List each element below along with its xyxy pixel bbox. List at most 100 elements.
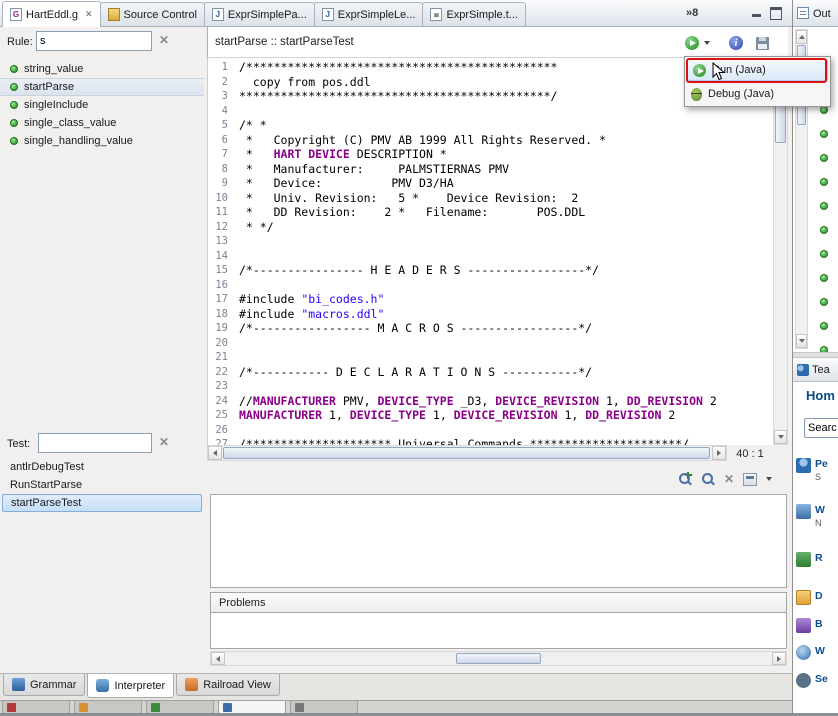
code-lines: /***************************************…	[234, 60, 773, 445]
rule-item-string-value[interactable]: string_value	[0, 60, 204, 78]
rule-item-label: singleInclude	[24, 99, 88, 111]
outline-item-bullet[interactable]	[820, 298, 828, 306]
folder2-icon	[79, 703, 88, 712]
magnifier-plus-icon[interactable]	[678, 472, 692, 486]
outline-item-bullet[interactable]	[820, 202, 828, 210]
run-icon[interactable]	[685, 36, 699, 50]
editor-tab-exprsimple-t[interactable]: ExprSimple.t...	[422, 2, 526, 26]
minimize-button[interactable]	[748, 5, 764, 20]
line-number: 6	[208, 133, 234, 148]
code-editor[interactable]: 1234567891011121314151617181920212223242…	[207, 58, 773, 445]
welcome-link-3[interactable]: R	[796, 552, 838, 567]
test-item-startparsetest[interactable]: startParseTest	[2, 494, 202, 512]
line-number: 20	[208, 336, 234, 351]
welcome-link-subtitle: S	[815, 472, 828, 482]
scroll-left-button[interactable]	[208, 446, 222, 460]
welcome-link-2[interactable]: WN	[796, 504, 838, 528]
outline-view-header[interactable]: Out	[793, 0, 838, 27]
info-icon[interactable]	[729, 36, 743, 50]
magnifier-arrow-icon[interactable]	[701, 472, 715, 486]
export-icon[interactable]	[743, 473, 757, 486]
team-icon	[797, 364, 809, 376]
eclipse-window: HartEddl.g✕Source ControlExprSimplePa...…	[0, 0, 838, 716]
home-title: Hom	[806, 388, 835, 403]
line-number: 7	[208, 147, 234, 162]
view-tab-interpreter[interactable]: Interpreter	[87, 674, 174, 698]
console-icon	[223, 703, 232, 712]
welcome-link-6[interactable]: W	[796, 645, 838, 660]
save-icon[interactable]	[756, 37, 769, 50]
problems-body[interactable]	[210, 613, 787, 649]
tab-overflow-indicator[interactable]: »8	[686, 7, 698, 19]
outline-item-bullet[interactable]	[820, 274, 828, 282]
editor-tab-exprsimplepa[interactable]: ExprSimplePa...	[204, 2, 315, 26]
rule-filter-input[interactable]	[36, 31, 152, 51]
rule-item-label: string_value	[24, 63, 83, 75]
editor-tab-source-control[interactable]: Source Control	[100, 2, 205, 26]
line-number: 9	[208, 176, 234, 191]
menu-item-run-java[interactable]: Run (Java)	[687, 59, 828, 81]
rule-item-single-handling-value[interactable]: single_handling_value	[0, 132, 204, 150]
interpreter-output[interactable]	[210, 494, 787, 588]
test-item-antlrdebugtest[interactable]: antlrDebugTest	[0, 458, 204, 476]
rule-bullet-icon	[10, 137, 18, 145]
welcome-link-1[interactable]: PeS	[796, 458, 838, 482]
outline-item-bullet[interactable]	[820, 322, 828, 330]
code-line	[234, 336, 773, 351]
line-number: 8	[208, 162, 234, 177]
scrollbar-thumb[interactable]	[456, 653, 541, 664]
welcome-link-7[interactable]: Se	[796, 673, 838, 688]
view-tab-label: Interpreter	[114, 680, 165, 692]
outline-item-bullet[interactable]	[820, 106, 828, 114]
line-number: 22	[208, 365, 234, 380]
code-line: * Manufacturer: PALMSTIERNAS PMV	[234, 162, 773, 177]
view-tab-grammar[interactable]: Grammar	[3, 674, 85, 696]
run-dropdown-menu: Run (Java) Debug (Java)	[684, 56, 831, 107]
close-icon[interactable]: ✕	[85, 9, 93, 20]
scroll-left-button[interactable]	[211, 652, 225, 665]
rule-item-singleinclude[interactable]: singleInclude	[0, 96, 204, 114]
welcome-link-4[interactable]: D	[796, 590, 838, 605]
clear-rule-filter-icon[interactable]: ✕	[159, 33, 169, 47]
test-filter-input[interactable]	[38, 433, 152, 453]
editor-toolbar	[685, 36, 769, 50]
team-view-header[interactable]: Tea	[793, 358, 838, 382]
line-number: 12	[208, 220, 234, 235]
welcome-link-text: PeS	[815, 458, 828, 482]
scroll-right-button[interactable]	[712, 446, 726, 460]
scrollbar-thumb[interactable]	[223, 447, 710, 459]
menu-item-label: Debug (Java)	[708, 88, 774, 100]
debug-icon	[691, 88, 702, 101]
welcome-link-5[interactable]: B	[796, 618, 838, 633]
clear-icon[interactable]	[724, 472, 734, 486]
clear-test-filter-icon[interactable]: ✕	[159, 435, 169, 449]
line-number: 25	[208, 408, 234, 423]
railroad-view-icon	[185, 678, 198, 691]
scroll-down-button[interactable]	[774, 430, 787, 444]
editor-tab-harteddl-g[interactable]: HartEddl.g✕	[2, 1, 101, 27]
scroll-right-button[interactable]	[772, 652, 786, 665]
outline-item-bullet[interactable]	[820, 130, 828, 138]
rule-item-startparse[interactable]: startParse	[0, 78, 204, 96]
outline-item-bullet[interactable]	[820, 178, 828, 186]
test-item-label: antlrDebugTest	[10, 461, 84, 473]
workbench-icon	[796, 504, 811, 519]
editor-tab-exprsimplele[interactable]: ExprSimpleLe...	[314, 2, 424, 26]
outline-item-bullet[interactable]	[820, 226, 828, 234]
view-tab-railroad-view[interactable]: Railroad View	[176, 674, 280, 696]
test-list: antlrDebugTest RunStartParsestartParseTes…	[0, 458, 204, 512]
outline-item-bullet[interactable]	[820, 250, 828, 258]
grammar-view-icon	[12, 678, 25, 691]
dropdown-caret-icon[interactable]	[766, 477, 772, 481]
outline-item-bullet[interactable]	[820, 154, 828, 162]
bottom-horizontal-scrollbar	[210, 651, 787, 666]
maximize-button[interactable]	[768, 5, 784, 20]
dropdown-caret-icon[interactable]	[704, 41, 710, 45]
rule-item-single-class-value[interactable]: single_class_value	[0, 114, 204, 132]
view-tab-label: Railroad View	[203, 679, 271, 691]
line-number: 18	[208, 307, 234, 322]
test-item-runstartparse[interactable]: RunStartParse	[0, 476, 204, 494]
search-input[interactable]	[804, 418, 838, 438]
menu-item-debug-java[interactable]: Debug (Java)	[685, 82, 830, 106]
interpreter-view-icon	[96, 679, 109, 692]
